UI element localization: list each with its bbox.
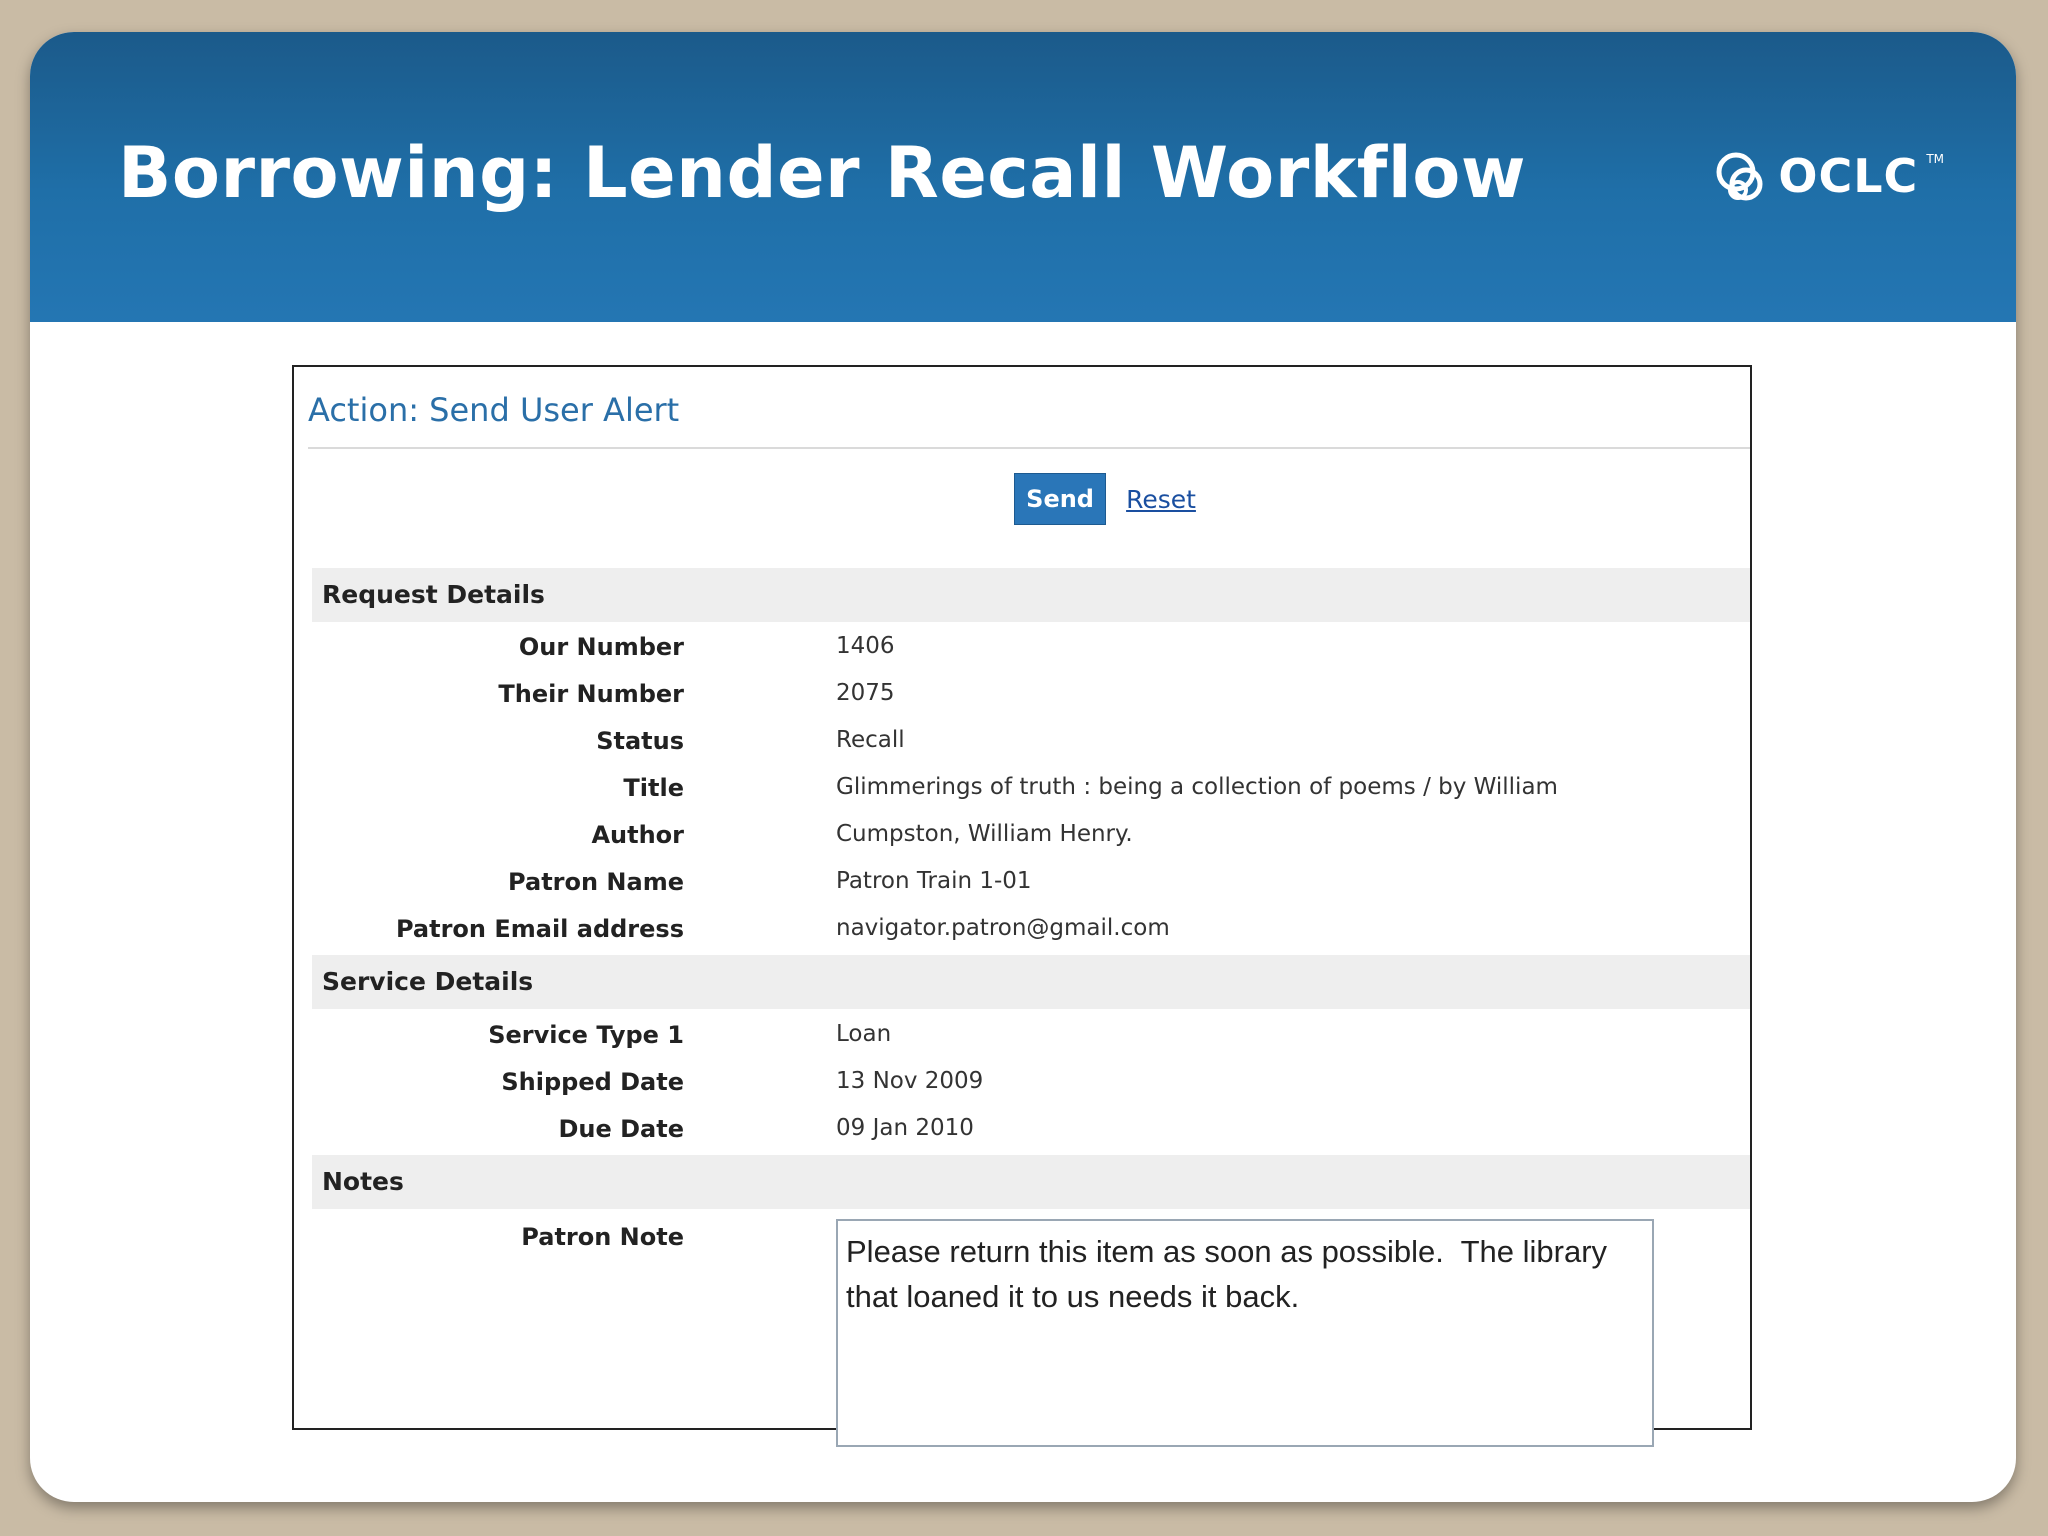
row-value: 13 Nov 2009	[836, 1068, 984, 1094]
row-label: Service Type 1	[488, 1021, 684, 1049]
oclc-logo-icon	[1716, 152, 1763, 201]
detail-row-service-type: Service Type 1 Loan	[294, 1017, 1750, 1057]
patron-note-textarea[interactable]: Please return this item as soon as possi…	[836, 1219, 1654, 1447]
detail-row-patron-email: Patron Email address navigator.patron@gm…	[294, 911, 1750, 951]
row-label: Status	[596, 727, 684, 755]
section-heading: Notes	[322, 1167, 404, 1196]
row-label: Patron Note	[521, 1223, 684, 1251]
detail-row-patron-note: Patron Note Please return this item as s…	[294, 1219, 1750, 1449]
row-value: Patron Train 1-01	[836, 868, 1032, 894]
row-label: Patron Email address	[395, 915, 684, 943]
detail-row-shipped-date: Shipped Date 13 Nov 2009	[294, 1064, 1750, 1104]
section-heading: Request Details	[322, 580, 545, 609]
slide: Borrowing: Lender Recall Workflow OCLC T…	[30, 32, 2016, 1502]
row-value: 09 Jan 2010	[836, 1115, 974, 1141]
section-request-details: Request Details	[312, 568, 1750, 622]
detail-row-our-number: Our Number 1406	[294, 629, 1750, 669]
oclc-logo: OCLC TM	[1710, 144, 1944, 208]
row-value: Glimmerings of truth : being a collectio…	[836, 774, 1558, 800]
row-value: navigator.patron@gmail.com	[836, 915, 1170, 941]
row-label: Their Number	[498, 680, 684, 708]
detail-row-author: Author Cumpston, William Henry.	[294, 817, 1750, 857]
row-value: 1406	[836, 633, 895, 659]
row-label: Patron Name	[508, 868, 684, 896]
row-label: Our Number	[518, 633, 684, 661]
send-user-alert-panel: Action: Send User Alert Send Reset Reque…	[292, 365, 1752, 1447]
row-value: Recall	[836, 727, 905, 753]
title-divider	[308, 447, 1750, 449]
panel-title: Action: Send User Alert	[308, 391, 680, 429]
section-heading: Service Details	[322, 967, 534, 996]
trademark-mark: TM	[1926, 152, 1944, 166]
send-button[interactable]: Send	[1014, 473, 1107, 525]
detail-row-their-number: Their Number 2075	[294, 676, 1750, 716]
row-value: 2075	[836, 680, 895, 706]
action-bar: Send Reset	[294, 473, 1750, 525]
row-label: Due Date	[558, 1115, 684, 1143]
section-service-details: Service Details	[312, 955, 1750, 1009]
section-notes: Notes	[312, 1155, 1750, 1209]
reset-link[interactable]: Reset	[1126, 485, 1196, 514]
row-value: Loan	[836, 1021, 892, 1047]
detail-row-due-date: Due Date 09 Jan 2010	[294, 1111, 1750, 1151]
detail-row-status: Status Recall	[294, 723, 1750, 763]
detail-row-title: Title Glimmerings of truth : being a col…	[294, 770, 1750, 810]
row-label: Title	[623, 774, 684, 802]
row-label: Author	[591, 821, 684, 849]
slide-title: Borrowing: Lender Recall Workflow	[118, 132, 1526, 214]
row-label: Shipped Date	[501, 1068, 684, 1096]
detail-row-patron-name: Patron Name Patron Train 1-01	[294, 864, 1750, 904]
slide-header: Borrowing: Lender Recall Workflow OCLC T…	[30, 32, 2016, 322]
oclc-logo-text: OCLC	[1778, 149, 1919, 203]
row-value: Cumpston, William Henry.	[836, 821, 1133, 847]
